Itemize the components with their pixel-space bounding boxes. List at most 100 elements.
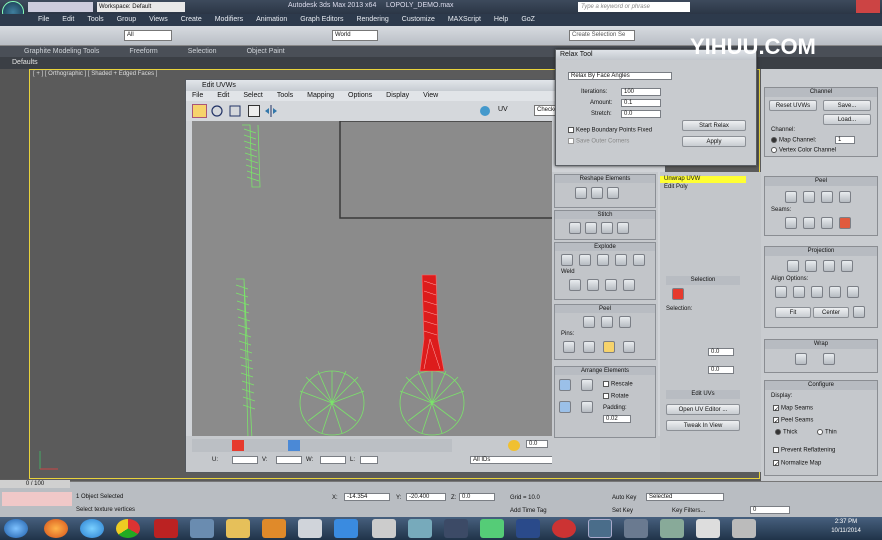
menu-create[interactable]: Create (181, 16, 202, 23)
projection-title[interactable]: Projection (765, 247, 877, 256)
auto-pin-icon[interactable] (603, 341, 615, 353)
load-button[interactable]: Load... (823, 114, 871, 125)
channel-title[interactable]: Channel (765, 88, 877, 97)
thin-radio[interactable] (817, 429, 823, 435)
unpin-icon[interactable] (583, 341, 595, 353)
unfold-map-icon[interactable] (823, 353, 835, 365)
menu-goz[interactable]: GoZ (521, 16, 535, 23)
relax-settings-icon[interactable] (607, 187, 619, 199)
break-icon[interactable] (561, 254, 573, 266)
app-icon-10[interactable] (696, 519, 720, 538)
arrange-title[interactable]: Arrange Elements (555, 367, 655, 375)
stretch-input[interactable]: 0.0 (621, 110, 661, 118)
seam-expand-icon[interactable] (821, 217, 833, 229)
quick-peel-icon[interactable] (583, 316, 595, 328)
add-time-tag[interactable]: Add Time Tag (510, 508, 547, 514)
u-input[interactable] (232, 456, 258, 464)
rotate-checkbox[interactable] (603, 393, 609, 399)
peel-seams-checkbox[interactable]: ✓ (773, 417, 779, 425)
save-outer-checkbox[interactable] (568, 138, 574, 144)
minimize-button[interactable] (808, 0, 830, 13)
reset-projection-icon[interactable] (853, 306, 865, 318)
seam-path-icon[interactable] (803, 217, 815, 229)
app-icon-6[interactable] (480, 519, 504, 538)
reference-coord-dropdown[interactable]: World (332, 30, 378, 41)
reset-peel-icon[interactable] (619, 316, 631, 328)
pelt-icon[interactable] (803, 191, 815, 203)
mirror-icon[interactable] (264, 105, 278, 117)
photoshop-icon[interactable] (516, 519, 540, 538)
app-icon-1[interactable] (190, 519, 214, 538)
viewport-label[interactable]: [ + ] [ Orthographic ] [ Shaded + Edged … (33, 71, 157, 77)
seam-edit-icon[interactable] (785, 217, 797, 229)
move-tool-icon[interactable] (192, 104, 207, 118)
chrome-icon[interactable] (116, 519, 140, 538)
flatten-material-icon[interactable] (615, 254, 627, 266)
map-channel-input[interactable]: 1 (835, 136, 855, 144)
close-button[interactable] (856, 0, 880, 13)
auto-key-button[interactable]: Auto Key (612, 495, 636, 501)
uvw-spin-1[interactable]: 0.0 (526, 440, 548, 448)
wrap-title[interactable]: Wrap (765, 340, 877, 349)
align-z-icon[interactable] (811, 286, 823, 298)
pack-together-icon[interactable] (581, 379, 593, 391)
menu-help[interactable]: Help (494, 16, 508, 23)
ie-icon[interactable] (80, 519, 104, 538)
uvw-menu-mapping[interactable]: Mapping (307, 92, 334, 99)
w-input[interactable] (320, 456, 346, 464)
flatten-smoothing-icon[interactable] (633, 254, 645, 266)
uvw-menu-select[interactable]: Select (243, 92, 262, 99)
select-pinned-icon[interactable] (623, 341, 635, 353)
menu-customize[interactable]: Customize (402, 16, 435, 23)
pack-normalize-icon[interactable] (559, 379, 571, 391)
lock-visibility-icons[interactable] (382, 455, 472, 467)
weld-target-icon[interactable] (587, 279, 599, 291)
apply-button[interactable]: Apply (682, 136, 746, 147)
pack-settings-icon[interactable] (581, 401, 593, 413)
app-icon-11[interactable] (732, 519, 756, 538)
uv-label[interactable]: UV (498, 106, 508, 113)
ribbon-tab-graphite[interactable]: Graphite Modeling Tools (24, 48, 99, 55)
box-map-icon[interactable] (841, 260, 853, 272)
spherical-map-icon[interactable] (823, 260, 835, 272)
clock-date[interactable]: 10/11/2014 (824, 528, 868, 534)
x-coord[interactable]: -14.354 (344, 493, 390, 501)
stitch-source-icon[interactable] (569, 222, 581, 234)
open-uv-editor-button[interactable]: Open UV Editor ... (666, 404, 740, 415)
stack-spin-1[interactable]: 0.0 (708, 348, 734, 356)
normalize-map-checkbox[interactable]: ✓ (773, 460, 779, 468)
vertex-color-radio[interactable] (771, 147, 777, 153)
workspace-dropdown[interactable]: Workspace: Default (97, 2, 185, 12)
relax-method-dropdown[interactable]: Relax By Face Angles (568, 72, 672, 80)
uvw-menu-display[interactable]: Display (386, 92, 409, 99)
3dsmax-taskbar-icon[interactable] (588, 519, 612, 538)
configure-title[interactable]: Configure (765, 381, 877, 390)
uvw-menu-options[interactable]: Options (348, 92, 372, 99)
red-square-icon[interactable] (232, 440, 244, 451)
fit-button[interactable]: Fit (775, 307, 811, 318)
app-icon-8[interactable] (624, 519, 648, 538)
snap-mirror-align-icons[interactable] (384, 30, 564, 42)
detach-icon[interactable] (579, 254, 591, 266)
align-y-icon[interactable] (793, 286, 805, 298)
stack-buttons[interactable] (662, 248, 746, 258)
playback-controls[interactable] (730, 493, 816, 504)
ribbon-tab-selection[interactable]: Selection (188, 48, 217, 55)
menu-views[interactable]: Views (149, 16, 168, 23)
uvw-transform-toolbar[interactable] (192, 439, 452, 452)
amount-input[interactable]: 0.1 (621, 99, 661, 107)
planar-map-icon[interactable] (787, 260, 799, 272)
align-normal-icon[interactable] (829, 286, 841, 298)
app-icon-7[interactable] (552, 519, 576, 538)
point-to-point-icon[interactable] (839, 191, 851, 203)
menu-group[interactable]: Group (117, 16, 136, 23)
peel-title[interactable]: Peel (555, 305, 655, 313)
app-icon-5[interactable] (444, 519, 468, 538)
peel-mode-icon[interactable] (601, 316, 613, 328)
flatten-icon[interactable] (597, 254, 609, 266)
align-view-icon[interactable] (847, 286, 859, 298)
menu-animation[interactable]: Animation (256, 16, 287, 23)
help-icons[interactable] (700, 2, 760, 12)
uvw-menu-tools[interactable]: Tools (277, 92, 293, 99)
rescale-elements-icon[interactable] (559, 401, 571, 413)
